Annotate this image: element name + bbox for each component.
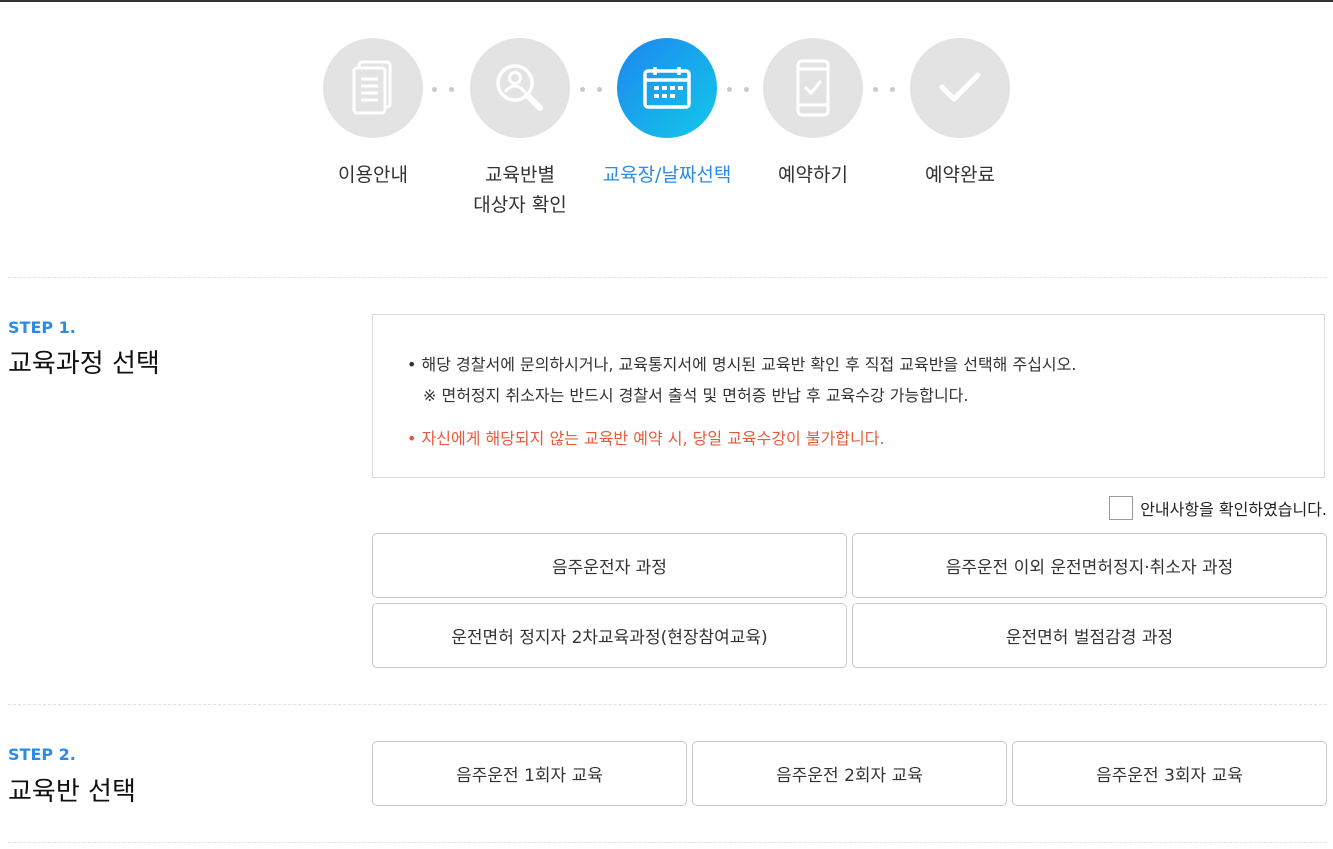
calendar-icon: [643, 67, 691, 109]
notice-line-2: ※ 면허정지 취소자는 반드시 경찰서 출석 및 면허증 반납 후 교육수강 가…: [423, 386, 969, 405]
step-circle-target-check: [470, 38, 570, 138]
document-icon: [352, 60, 392, 115]
search-person-icon: [496, 64, 543, 111]
step-circle-reserve: [763, 38, 863, 138]
mobile-check-icon: [796, 59, 830, 117]
class-button-1[interactable]: 음주운전 1회자 교육: [372, 741, 687, 806]
bullet: •: [407, 355, 422, 374]
agree-checkbox[interactable]: [1109, 496, 1134, 520]
notice-warning: • 자신에게 해당되지 않는 교육반 예약 시, 당일 교육수강이 불가합니다.: [407, 429, 885, 448]
notice-line-1: • 해당 경찰서에 문의하시거나, 교육통지서에 명시된 교육반 확인 후 직접…: [407, 355, 1077, 374]
checkmark-icon: [939, 72, 981, 102]
bullet: •: [407, 429, 422, 448]
course-button-penalty-reduction[interactable]: 운전면허 벌점감경 과정: [852, 603, 1327, 668]
class-button-2[interactable]: 음주운전 2회자 교육: [692, 741, 1007, 806]
agree-label[interactable]: 안내사항을 확인하였습니다.: [1140, 496, 1327, 520]
step-label-complete: 예약완료: [925, 164, 995, 186]
section-divider: [8, 842, 1327, 843]
section-divider: [8, 704, 1327, 705]
class-button-3[interactable]: 음주운전 3회자 교육: [1012, 741, 1327, 806]
step-circle-date-select: [617, 38, 717, 138]
step-circle-complete: [910, 38, 1010, 138]
step-circle-guide: [323, 38, 423, 138]
section-divider: [8, 277, 1327, 278]
step1-label: STEP 1.: [8, 318, 76, 337]
top-border: [0, 0, 1333, 2]
step-connector: [727, 87, 757, 93]
notice-box: • 해당 경찰서에 문의하시거나, 교육통지서에 명시된 교육반 확인 후 직접…: [372, 314, 1325, 478]
step2-title: 교육반 선택: [8, 777, 136, 807]
step-connector: [432, 87, 462, 93]
step-label-date-select: 교육장/날짜선택: [602, 164, 732, 186]
course-button-suspension-cancel[interactable]: 음주운전 이외 운전면허정지·취소자 과정: [852, 533, 1327, 598]
step-label-reserve: 예약하기: [778, 164, 848, 186]
step-connector: [580, 87, 610, 93]
step-connector: [873, 87, 903, 93]
step2-label: STEP 2.: [8, 745, 76, 764]
step-label-target-check: 교육반별 대상자 확인: [473, 164, 567, 216]
agree-checkbox-row[interactable]: 안내사항을 확인하였습니다.: [1109, 496, 1327, 520]
course-button-second-education[interactable]: 운전면허 정지자 2차교육과정(현장참여교육): [372, 603, 847, 668]
step-label-guide: 이용안내: [338, 164, 408, 186]
step1-title: 교육과정 선택: [8, 349, 160, 379]
course-button-drunk-driving[interactable]: 음주운전자 과정: [372, 533, 847, 598]
